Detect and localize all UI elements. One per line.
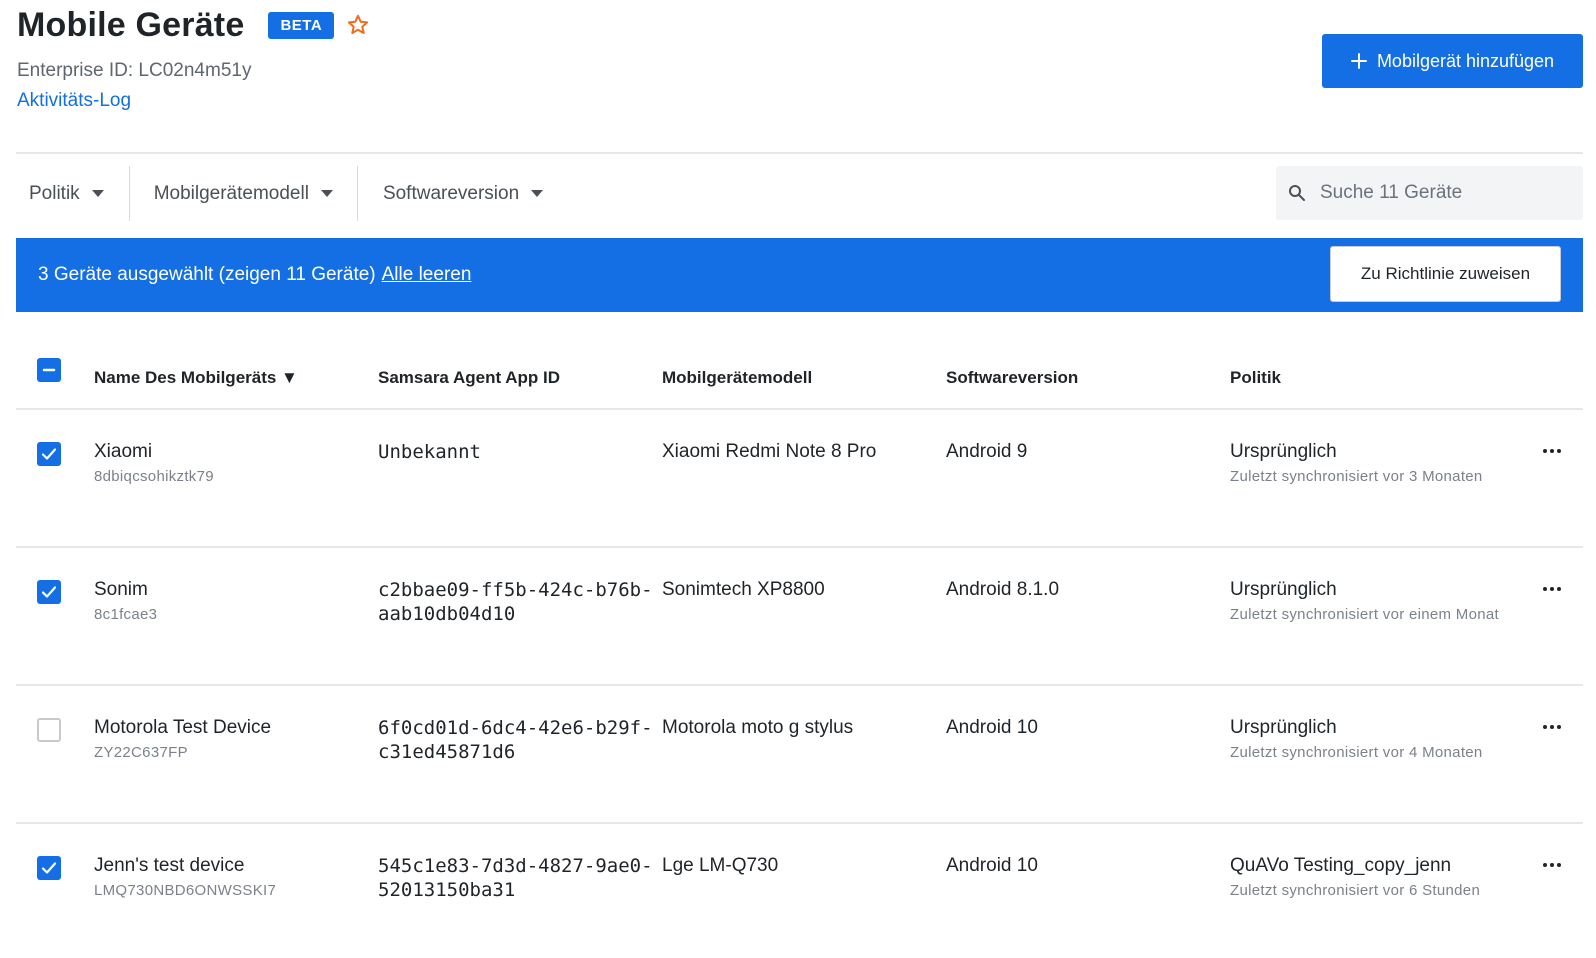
policy-name: Ursprünglich — [1230, 717, 1337, 738]
last-sync-text: Zuletzt synchronisiert vor einem Monat — [1230, 606, 1499, 623]
selection-banner: 3 Geräte ausgewählt (zeigen 11 Geräte) A… — [16, 238, 1583, 312]
policy-name: QuAVo Testing_copy_jenn — [1230, 855, 1452, 876]
software-cell: Android 10 — [946, 717, 1038, 738]
device-name[interactable]: Motorola Test Device — [94, 716, 271, 740]
table-row[interactable]: Motorola Test Device ZY22C637FP 6f0cd01d… — [16, 686, 1583, 824]
select-all-checkbox[interactable] — [37, 358, 61, 382]
device-name-cell: Jenn's test device LMQ730NBD6ONWSSKI7 — [94, 854, 276, 903]
model-cell: Lge LM-Q730 — [662, 855, 779, 876]
software-cell: Android 9 — [946, 441, 1028, 462]
app-id-cell: 6f0cd01d-6dc4-42e6-b29f-c31ed45871d6 — [378, 717, 653, 763]
add-mobile-device-button[interactable]: Mobilgerät hinzufügen — [1322, 34, 1583, 88]
model-cell: Xiaomi Redmi Note 8 Pro — [662, 441, 877, 462]
policy-name: Ursprünglich — [1230, 441, 1337, 462]
filter-model-dropdown[interactable]: Mobilgerätemodell — [130, 166, 357, 221]
selection-count-text: 3 Geräte ausgewählt (zeigen 11 Geräte) — [38, 264, 376, 285]
search-input[interactable] — [1320, 182, 1570, 204]
more-horizontal-icon[interactable] — [1542, 586, 1562, 592]
column-header-software[interactable]: Softwareversion — [946, 368, 1078, 388]
software-cell: Android 10 — [946, 855, 1038, 876]
device-name[interactable]: Sonim — [94, 578, 157, 602]
policy-cell: Ursprünglich Zuletzt synchronisiert vor … — [1230, 716, 1500, 765]
column-header-policy[interactable]: Politik — [1230, 368, 1281, 388]
filter-policy-label: Politik — [29, 182, 80, 204]
more-horizontal-icon[interactable] — [1542, 448, 1562, 454]
enterprise-id: Enterprise ID: LC02n4m51y — [17, 60, 252, 81]
model-cell: Sonimtech XP8800 — [662, 579, 825, 600]
checkmark-icon — [41, 448, 57, 460]
device-name-cell: Motorola Test Device ZY22C637FP — [94, 716, 271, 765]
filter-software-label: Softwareversion — [382, 182, 520, 204]
page-header: Mobile Geräte BETA Enterprise ID: LC02n4… — [17, 0, 370, 112]
more-horizontal-icon[interactable] — [1542, 724, 1562, 730]
row-checkbox[interactable] — [37, 856, 61, 880]
title-row: Mobile Geräte BETA — [17, 0, 370, 50]
column-header-app-id[interactable]: Samsara Agent App ID — [378, 368, 560, 388]
app-id-cell: Unbekannt — [378, 441, 481, 463]
device-serial: 8dbiqcsohikztk79 — [94, 468, 214, 485]
checkmark-icon — [41, 862, 57, 874]
minus-icon — [42, 368, 56, 372]
app-id-cell: 545c1e83-7d3d-4827-9ae0-52013150ba31 — [378, 855, 653, 901]
table-header: Name Des Mobilgeräts ▼ Samsara Agent App… — [16, 340, 1583, 410]
checkmark-icon — [41, 586, 57, 598]
caret-down-icon — [91, 190, 104, 197]
table-row[interactable]: Jenn's test device LMQ730NBD6ONWSSKI7 54… — [16, 824, 1583, 958]
more-horizontal-icon[interactable] — [1542, 862, 1562, 868]
device-serial: LMQ730NBD6ONWSSKI7 — [94, 882, 277, 899]
header-divider — [16, 152, 1583, 154]
device-serial: 8c1fcae3 — [94, 606, 158, 623]
policy-cell: Ursprünglich Zuletzt synchronisiert vor … — [1230, 440, 1500, 489]
software-cell: Android 8.1.0 — [946, 579, 1060, 600]
clear-selection-link[interactable]: Alle leeren — [382, 264, 472, 286]
star-icon[interactable] — [346, 13, 370, 37]
policy-name: Ursprünglich — [1230, 579, 1337, 600]
filter-policy-dropdown[interactable]: Politik — [16, 166, 129, 221]
caret-down-icon — [531, 190, 544, 197]
filter-software-dropdown[interactable]: Softwareversion — [358, 166, 544, 221]
app-id-cell: c2bbae09-ff5b-424c-b76b-aab10db04d10 — [378, 579, 653, 625]
row-checkbox[interactable] — [37, 442, 61, 466]
column-header-name[interactable]: Name Des Mobilgeräts ▼ — [94, 368, 298, 388]
add-button-label: Mobilgerät hinzufügen — [1376, 50, 1555, 71]
policy-cell: QuAVo Testing_copy_jenn Zuletzt synchron… — [1230, 854, 1500, 903]
column-header-model[interactable]: Mobilgerätemodell — [662, 368, 812, 388]
search-box — [1276, 166, 1583, 220]
page-title: Mobile Geräte — [17, 5, 245, 44]
last-sync-text: Zuletzt synchronisiert vor 4 Monaten — [1230, 744, 1483, 761]
filter-bar: Politik Mobilgerätemodell Softwareversio… — [16, 166, 544, 221]
caret-down-icon — [320, 190, 333, 197]
table-row[interactable]: Xiaomi 8dbiqcsohikztk79 Unbekannt Xiaomi… — [16, 410, 1583, 548]
search-icon — [1289, 185, 1305, 201]
last-sync-text: Zuletzt synchronisiert vor 6 Stunden — [1230, 882, 1481, 899]
activity-log-link[interactable]: Aktivitäts-Log — [17, 90, 131, 112]
device-name-cell: Sonim 8c1fcae3 — [94, 578, 157, 627]
row-checkbox[interactable] — [37, 718, 61, 742]
policy-cell: Ursprünglich Zuletzt synchronisiert vor … — [1230, 578, 1500, 627]
filter-model-label: Mobilgerätemodell — [153, 182, 309, 204]
device-name-cell: Xiaomi 8dbiqcsohikztk79 — [94, 440, 214, 489]
row-checkbox[interactable] — [37, 580, 61, 604]
devices-table: Name Des Mobilgeräts ▼ Samsara Agent App… — [16, 340, 1583, 958]
last-sync-text: Zuletzt synchronisiert vor 3 Monaten — [1230, 468, 1483, 485]
model-cell: Motorola moto g stylus — [662, 717, 854, 738]
device-name[interactable]: Xiaomi — [94, 440, 214, 464]
beta-badge: BETA — [268, 11, 335, 39]
assign-to-policy-button[interactable]: Zu Richtlinie zuweisen — [1330, 246, 1561, 302]
device-serial: ZY22C637FP — [94, 744, 188, 761]
device-name[interactable]: Jenn's test device — [94, 854, 276, 878]
table-row[interactable]: Sonim 8c1fcae3 c2bbae09-ff5b-424c-b76b-a… — [16, 548, 1583, 686]
plus-icon — [1350, 53, 1367, 69]
